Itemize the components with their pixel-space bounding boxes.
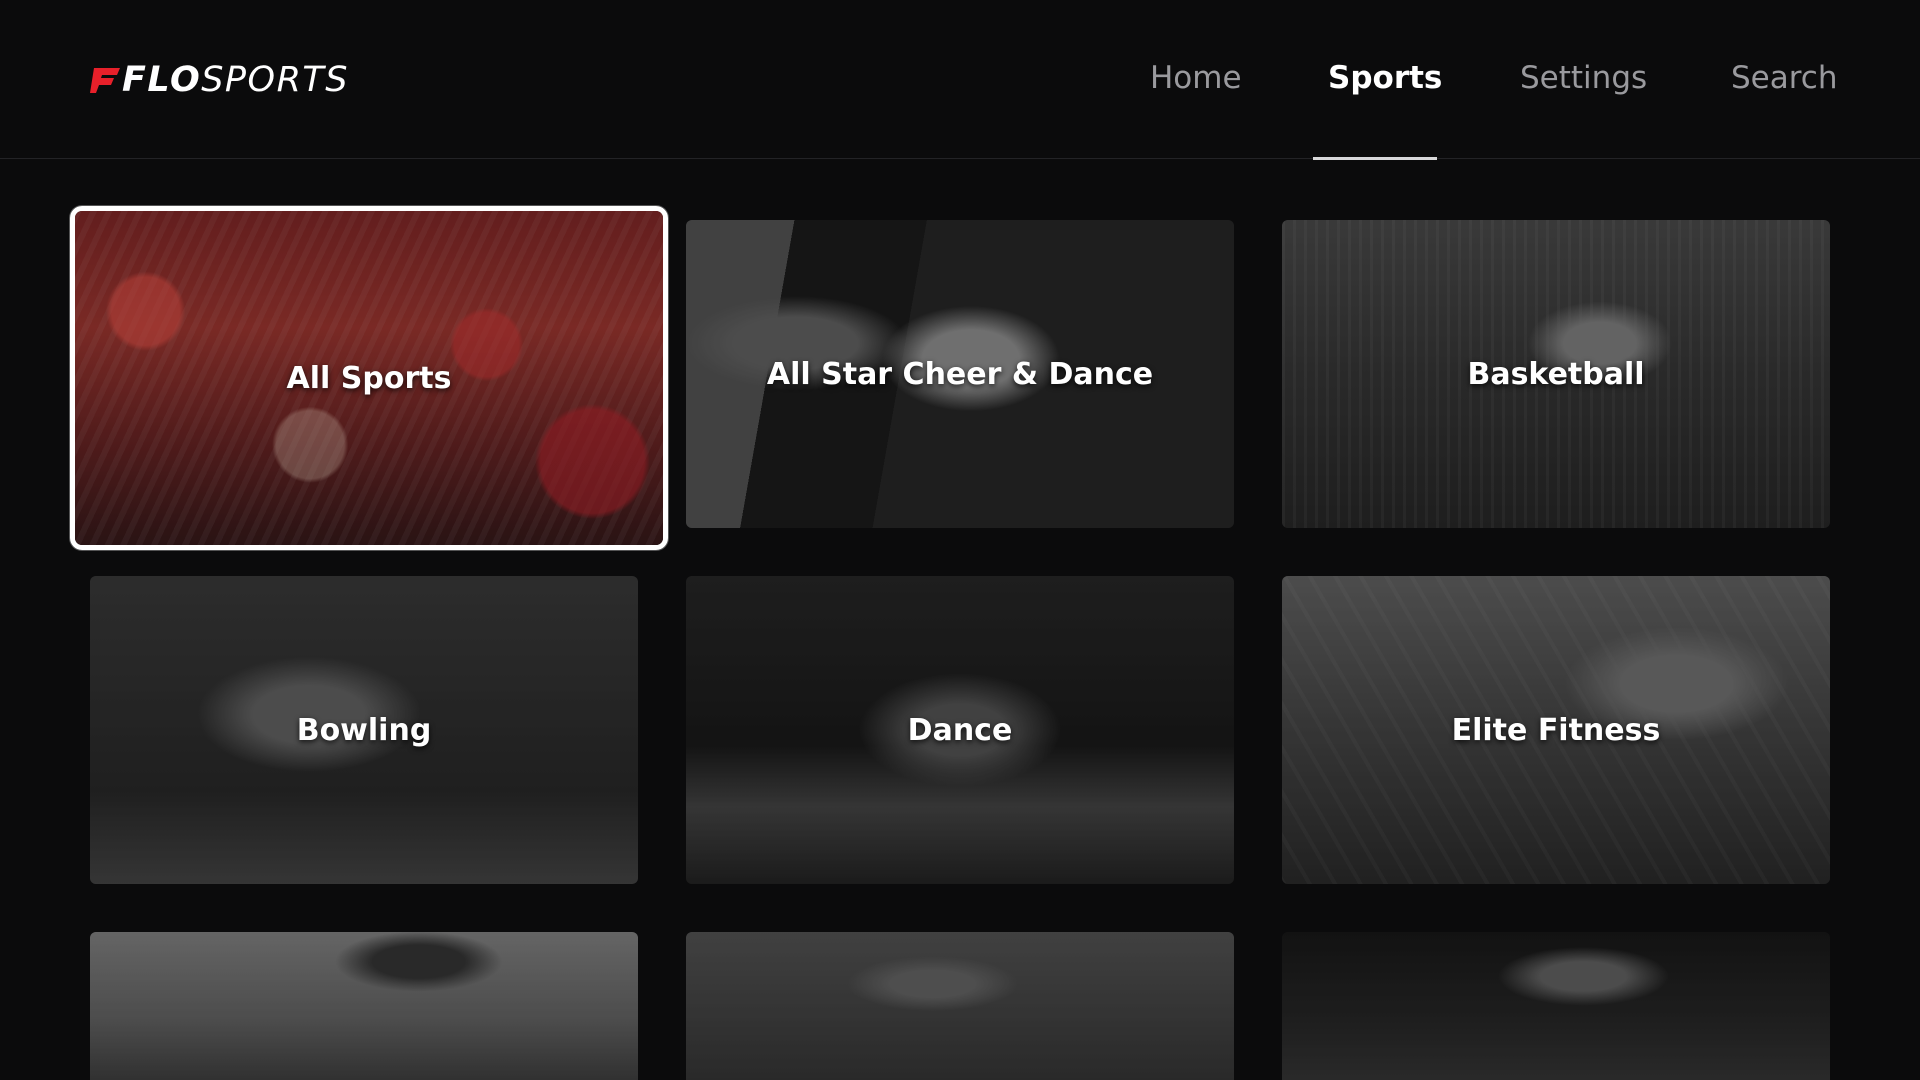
sport-tile-partial[interactable] [1282,932,1830,1080]
sport-tile-label: All Sports [286,360,452,396]
sport-tile-bowling[interactable]: Bowling [90,576,638,884]
sport-tile-all-sports[interactable]: All Sports [70,206,668,550]
sport-tile-cheer[interactable]: All Star Cheer & Dance [686,220,1234,528]
sport-tile-dance[interactable]: Dance [686,576,1234,884]
sport-tile-partial[interactable] [686,932,1234,1080]
sport-tile-elite-fitness[interactable]: Elite Fitness [1282,576,1830,884]
sport-tile-basketball[interactable]: Basketball [1282,220,1830,528]
sport-tile-label: Basketball [1467,356,1645,392]
sport-tile-partial[interactable] [90,932,638,1080]
sport-tile-label: Bowling [296,712,432,748]
sports-grid: All Sports All Star Cheer & Dance Basket… [0,0,1920,1080]
sport-tile-label: Dance [907,712,1013,748]
sport-tile-label: Elite Fitness [1451,712,1661,748]
sport-tile-label: All Star Cheer & Dance [766,356,1154,392]
